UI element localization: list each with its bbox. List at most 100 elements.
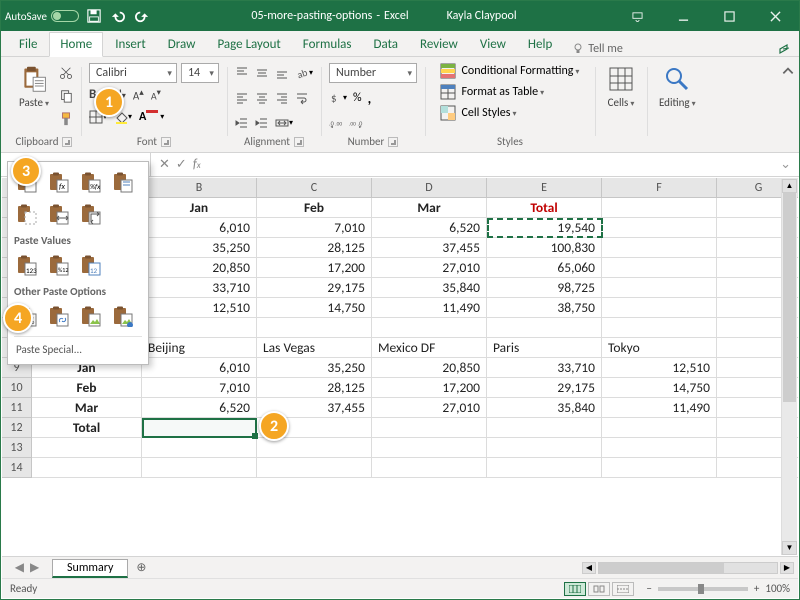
cell[interactable] bbox=[372, 318, 487, 338]
cell[interactable]: 6,010 bbox=[142, 218, 257, 238]
cell[interactable]: Feb bbox=[257, 198, 372, 218]
cell[interactable]: Feb bbox=[32, 378, 142, 398]
cell[interactable]: 98,725 bbox=[487, 278, 602, 298]
row-header[interactable]: 10 bbox=[2, 378, 32, 398]
tab-review[interactable]: Review bbox=[410, 33, 468, 56]
close-button[interactable] bbox=[755, 1, 795, 31]
save-icon[interactable] bbox=[85, 7, 103, 25]
scroll-left-icon[interactable]: ◀ bbox=[582, 562, 596, 574]
cell[interactable]: Mexico DF bbox=[372, 338, 487, 358]
cancel-formula-icon[interactable]: ✕ bbox=[159, 157, 170, 172]
decrease-font-button[interactable]: A▾ bbox=[151, 87, 161, 102]
align-center-button[interactable] bbox=[255, 88, 269, 108]
accounting-format-button[interactable]: $▾ bbox=[329, 88, 347, 108]
cell[interactable]: Mar bbox=[32, 398, 142, 418]
cell[interactable]: 27,010 bbox=[372, 258, 487, 278]
cell[interactable]: 20,850 bbox=[142, 258, 257, 278]
cell[interactable]: 28,125 bbox=[257, 238, 372, 258]
tab-draw[interactable]: Draw bbox=[158, 33, 206, 56]
tab-page-layout[interactable]: Page Layout bbox=[207, 33, 290, 56]
alignment-launcher-icon[interactable] bbox=[294, 137, 304, 147]
cell[interactable]: 35,250 bbox=[142, 238, 257, 258]
cell[interactable]: 7,010 bbox=[257, 218, 372, 238]
cell[interactable]: 6,520 bbox=[372, 218, 487, 238]
clipboard-launcher-icon[interactable] bbox=[62, 137, 72, 147]
cell[interactable] bbox=[32, 438, 142, 458]
tab-formulas[interactable]: Formulas bbox=[293, 33, 362, 56]
fx-icon[interactable]: fx bbox=[193, 157, 201, 172]
expand-formula-bar-icon[interactable]: ⌄ bbox=[772, 157, 799, 172]
merge-button[interactable]: ▾ bbox=[275, 113, 293, 133]
enter-formula-icon[interactable]: ✓ bbox=[176, 157, 187, 172]
cell[interactable]: 35,250 bbox=[257, 358, 372, 378]
orientation-button[interactable]: ab▾ bbox=[295, 63, 313, 83]
tab-data[interactable]: Data bbox=[364, 33, 409, 56]
format-painter-button[interactable] bbox=[59, 109, 73, 129]
cell[interactable]: Las Vegas bbox=[257, 338, 372, 358]
cell[interactable]: 28,125 bbox=[257, 378, 372, 398]
cell[interactable] bbox=[602, 458, 717, 478]
number-format-select[interactable]: Number bbox=[329, 63, 417, 83]
cell[interactable] bbox=[602, 418, 717, 438]
cut-button[interactable] bbox=[59, 63, 73, 83]
tell-me-search[interactable]: Tell me bbox=[564, 42, 631, 56]
cell[interactable] bbox=[257, 458, 372, 478]
cell[interactable] bbox=[372, 438, 487, 458]
cell[interactable]: Jan bbox=[142, 198, 257, 218]
cell[interactable] bbox=[372, 458, 487, 478]
cell[interactable]: 12,510 bbox=[142, 298, 257, 318]
align-right-button[interactable] bbox=[275, 88, 289, 108]
cell[interactable]: 11,490 bbox=[372, 298, 487, 318]
column-header[interactable]: D bbox=[372, 178, 487, 198]
scroll-right-icon[interactable]: ▶ bbox=[780, 562, 794, 574]
row-header[interactable]: 14 bbox=[2, 458, 32, 478]
comma-format-button[interactable]: , bbox=[368, 88, 372, 108]
page-layout-view-button[interactable] bbox=[588, 582, 610, 596]
cell[interactable]: Paris bbox=[487, 338, 602, 358]
cell[interactable]: 37,455 bbox=[372, 238, 487, 258]
tab-help[interactable]: Help bbox=[518, 33, 562, 56]
number-launcher-icon[interactable] bbox=[388, 137, 398, 147]
increase-indent-button[interactable] bbox=[255, 113, 269, 133]
cell[interactable]: 6,010 bbox=[142, 358, 257, 378]
align-left-button[interactable] bbox=[235, 88, 249, 108]
increase-decimal-button[interactable]: .0.00 bbox=[329, 113, 343, 133]
font-name-select[interactable]: Calibri bbox=[89, 63, 177, 83]
cell[interactable] bbox=[487, 438, 602, 458]
ribbon-options-icon[interactable] bbox=[617, 1, 657, 31]
sheet-tab-summary[interactable]: Summary bbox=[52, 559, 128, 578]
align-bottom-button[interactable] bbox=[275, 63, 289, 83]
tab-view[interactable]: View bbox=[470, 33, 516, 56]
row-header[interactable]: 12 bbox=[2, 418, 32, 438]
cell[interactable]: Total bbox=[32, 418, 142, 438]
cell[interactable] bbox=[487, 318, 602, 338]
editing-button[interactable]: Editing bbox=[655, 63, 700, 111]
sheet-prev-icon[interactable]: ◀ bbox=[15, 560, 24, 575]
paste-link-icon[interactable] bbox=[46, 303, 72, 329]
cell[interactable]: 11,490 bbox=[602, 398, 717, 418]
paste-values-number-icon[interactable]: %12 bbox=[46, 252, 72, 278]
font-size-select[interactable]: 14 bbox=[181, 63, 219, 83]
tab-file[interactable]: File bbox=[9, 33, 47, 56]
cell[interactable]: 6,520 bbox=[142, 398, 257, 418]
paste-keep-source-icon[interactable] bbox=[110, 169, 136, 195]
paste-no-borders-icon[interactable] bbox=[14, 201, 40, 227]
autosave-toggle[interactable]: AutoSave bbox=[5, 10, 79, 23]
column-header[interactable]: C bbox=[257, 178, 372, 198]
row-header[interactable]: 13 bbox=[2, 438, 32, 458]
format-as-table-button[interactable]: Format as Table bbox=[440, 84, 544, 100]
cell[interactable]: 29,175 bbox=[487, 378, 602, 398]
cell[interactable]: 17,200 bbox=[372, 378, 487, 398]
column-header[interactable]: E bbox=[487, 178, 602, 198]
zoom-control[interactable]: − + 100% bbox=[646, 582, 790, 595]
collapse-ribbon-button[interactable] bbox=[781, 61, 795, 81]
font-launcher-icon[interactable] bbox=[161, 137, 171, 147]
cell[interactable]: 17,200 bbox=[257, 258, 372, 278]
cell[interactable] bbox=[372, 418, 487, 438]
cell[interactable]: 35,840 bbox=[487, 398, 602, 418]
column-header[interactable]: F bbox=[602, 178, 717, 198]
paste-special-item[interactable]: Paste Special... bbox=[14, 336, 142, 362]
cell[interactable]: 12,510 bbox=[602, 358, 717, 378]
decrease-indent-button[interactable] bbox=[235, 113, 249, 133]
cell[interactable] bbox=[602, 278, 717, 298]
